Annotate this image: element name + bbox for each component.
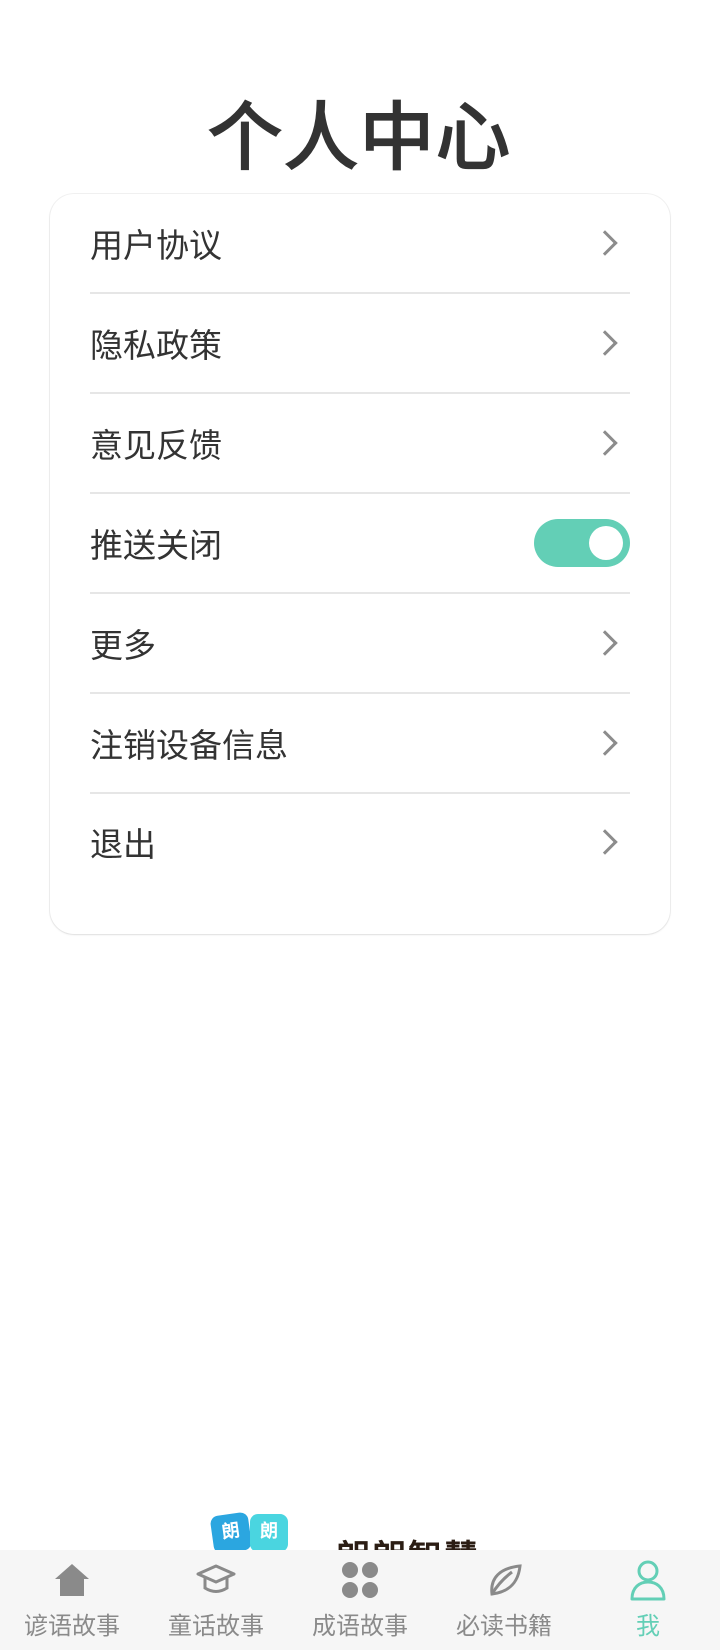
page-title: 个人中心 bbox=[208, 95, 512, 181]
chevron-right-icon bbox=[592, 730, 618, 756]
menu-item-deregister-device[interactable]: 注销设备信息 bbox=[90, 694, 630, 794]
menu-item-label: 注销设备信息 bbox=[90, 726, 288, 765]
menu-item-label: 意见反馈 bbox=[90, 426, 222, 465]
person-icon bbox=[626, 1558, 670, 1602]
menu-item-push-notifications: 推送关闭 bbox=[90, 494, 630, 594]
settings-menu-card: 用户协议 隐私政策 意见反馈 推送关闭 更多 注销设备信息 退出 bbox=[50, 194, 670, 934]
brand-logo-badge: 朗 bbox=[250, 1514, 288, 1552]
chevron-right-icon bbox=[592, 430, 618, 456]
tab-label: 我 bbox=[636, 1612, 660, 1640]
tab-proverb-stories[interactable]: 谚语故事 bbox=[0, 1558, 144, 1641]
toggle-knob bbox=[589, 526, 623, 560]
grid-circles-icon bbox=[338, 1558, 382, 1602]
chevron-right-icon bbox=[592, 829, 618, 855]
menu-item-user-agreement[interactable]: 用户协议 bbox=[90, 194, 630, 294]
tab-label: 必读书籍 bbox=[456, 1612, 552, 1640]
chevron-right-icon bbox=[592, 630, 618, 656]
menu-item-label: 推送关闭 bbox=[90, 526, 222, 565]
menu-item-label: 隐私政策 bbox=[90, 326, 222, 365]
brand-logo: 朗 朗 朗朗智慧 bbox=[208, 1508, 508, 1552]
graduation-cap-icon bbox=[194, 1558, 238, 1602]
tab-fairy-tales[interactable]: 童话故事 bbox=[144, 1558, 288, 1641]
menu-item-label: 退出 bbox=[90, 825, 156, 864]
brand-name: 朗朗智慧 bbox=[336, 1530, 480, 1552]
menu-item-label: 用户协议 bbox=[90, 226, 222, 265]
tab-me[interactable]: 我 bbox=[576, 1558, 720, 1641]
menu-item-label: 更多 bbox=[90, 626, 156, 665]
leaf-icon bbox=[482, 1558, 526, 1602]
push-toggle[interactable] bbox=[534, 519, 630, 567]
tab-label: 童话故事 bbox=[168, 1612, 264, 1640]
menu-item-privacy-policy[interactable]: 隐私政策 bbox=[90, 294, 630, 394]
brand-logo-badge: 朗 bbox=[209, 1511, 253, 1552]
menu-item-logout[interactable]: 退出 bbox=[90, 794, 630, 890]
tab-label: 成语故事 bbox=[312, 1612, 408, 1640]
chevron-right-icon bbox=[592, 230, 618, 256]
tab-idiom-stories[interactable]: 成语故事 bbox=[288, 1558, 432, 1641]
bottom-tab-bar: 谚语故事 童话故事 成语故事 必读书籍 我 bbox=[0, 1550, 720, 1650]
home-icon bbox=[50, 1558, 94, 1602]
tab-must-read-books[interactable]: 必读书籍 bbox=[432, 1558, 576, 1641]
chevron-right-icon bbox=[592, 330, 618, 356]
settings-menu-list: 用户协议 隐私政策 意见反馈 推送关闭 更多 注销设备信息 退出 bbox=[50, 194, 670, 890]
menu-item-more[interactable]: 更多 bbox=[90, 594, 630, 694]
tab-label: 谚语故事 bbox=[24, 1612, 120, 1640]
menu-item-feedback[interactable]: 意见反馈 bbox=[90, 394, 630, 494]
